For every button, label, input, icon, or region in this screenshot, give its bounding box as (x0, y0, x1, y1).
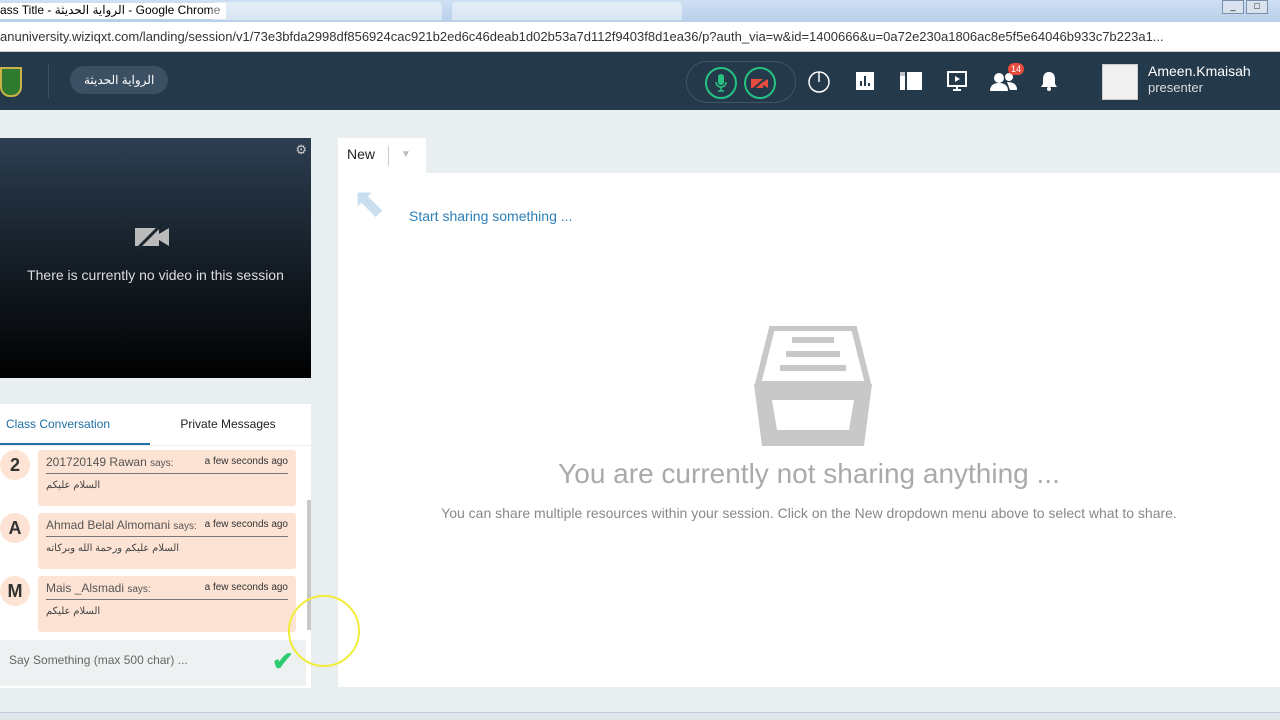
window-titlebar: ass Title - الرواية الحديثة - Google Chr… (0, 0, 1280, 22)
sender-name: Mais _Alsmadi (46, 581, 125, 595)
avatar[interactable] (1102, 64, 1138, 100)
message-time: a few seconds ago (204, 456, 288, 467)
chat-input[interactable]: Say Something (max 500 char) ... (0, 640, 306, 686)
says-label: says: (150, 458, 174, 469)
no-video-message: There is currently no video in this sess… (27, 267, 284, 283)
video-off-icon (751, 75, 769, 91)
says-label: says: (127, 584, 151, 595)
user-name: Ameen.Kmaisah (1148, 63, 1251, 79)
video-off-icon (135, 222, 169, 250)
video-button[interactable] (744, 67, 776, 99)
says-label: says: (173, 521, 197, 532)
message-text: السلام عليكم ورحمة الله وبركاته (46, 543, 180, 554)
mic-button[interactable] (705, 67, 737, 99)
tab-class-conversation[interactable]: Class Conversation (0, 404, 150, 445)
chat-message: M Mais _Alsmadi says: a few seconds ago ا… (0, 576, 300, 632)
chat-message: A Ahmad Belal Almomani says: a few second… (0, 513, 300, 569)
timer-icon[interactable] (807, 70, 831, 94)
message-bubble: 201720149 Rawan says: a few seconds ago ا… (38, 450, 296, 506)
message-text: السلام عليكم (46, 606, 101, 617)
empty-tray-icon (754, 326, 872, 446)
message-bubble: Mais _Alsmadi says: a few seconds ago الس… (38, 576, 296, 632)
message-time: a few seconds ago (204, 519, 288, 530)
av-controls (686, 61, 796, 103)
minimize-button[interactable]: _ (1222, 0, 1244, 14)
address-bar[interactable]: anuniversity.wiziqxt.com/landing/session… (0, 22, 1280, 52)
empty-title: You are currently not sharing anything .… (558, 458, 1060, 489)
participants-badge: 14 (1008, 63, 1025, 75)
new-label: New (347, 146, 376, 162)
mic-icon (715, 74, 727, 92)
browser-tab[interactable] (212, 2, 442, 20)
screen-share-icon[interactable] (945, 70, 969, 94)
empty-description: You can share multiple resources within … (441, 505, 1177, 521)
cursor-highlight (288, 595, 360, 667)
user-role: presenter (1148, 80, 1203, 95)
bell-icon[interactable] (1037, 70, 1061, 94)
chevron-down-icon[interactable]: ▼ (388, 146, 411, 166)
maximize-button[interactable]: □ (1246, 0, 1268, 14)
window-title: ass Title - الرواية الحديثة - Google Chr… (0, 3, 227, 19)
avatar-initial: A (0, 513, 30, 543)
tab-private-messages[interactable]: Private Messages (150, 404, 300, 445)
url-text: anuniversity.wiziqxt.com/landing/session… (0, 29, 1164, 44)
room-name: الرواية الحديثة (70, 66, 169, 94)
sender-name: Ahmad Belal Almomani (46, 518, 171, 532)
university-logo (0, 67, 22, 97)
start-sharing-hint: Start sharing something ... (409, 208, 573, 224)
bottom-bar (0, 712, 1280, 720)
send-check-icon[interactable]: ✔ (272, 646, 294, 677)
message-bubble: Ahmad Belal Almomani says: a few seconds … (38, 513, 296, 569)
poll-icon[interactable] (853, 70, 877, 94)
message-text: السلام عليكم (46, 480, 101, 491)
arrow-up-icon: ⬉ (352, 181, 386, 225)
gear-icon[interactable]: ⚙ (295, 142, 307, 158)
chat-message: 2 201720149 Rawan says: a few seconds ago… (0, 450, 300, 506)
divider (48, 64, 49, 98)
avatar-initial: 2 (0, 450, 30, 480)
sender-name: 201720149 Rawan (46, 455, 147, 469)
avatar-initial: M (0, 576, 30, 606)
browser-tab[interactable] (452, 2, 682, 20)
new-share-tab[interactable]: New ▼ (338, 138, 426, 173)
video-panel: ⚙ There is currently no video in this se… (0, 138, 311, 378)
message-time: a few seconds ago (204, 582, 288, 593)
whiteboard-icon[interactable] (899, 70, 923, 94)
top-nav: الرواية الحديثة 14 Ameen.Kmaisah present… (0, 52, 1280, 110)
